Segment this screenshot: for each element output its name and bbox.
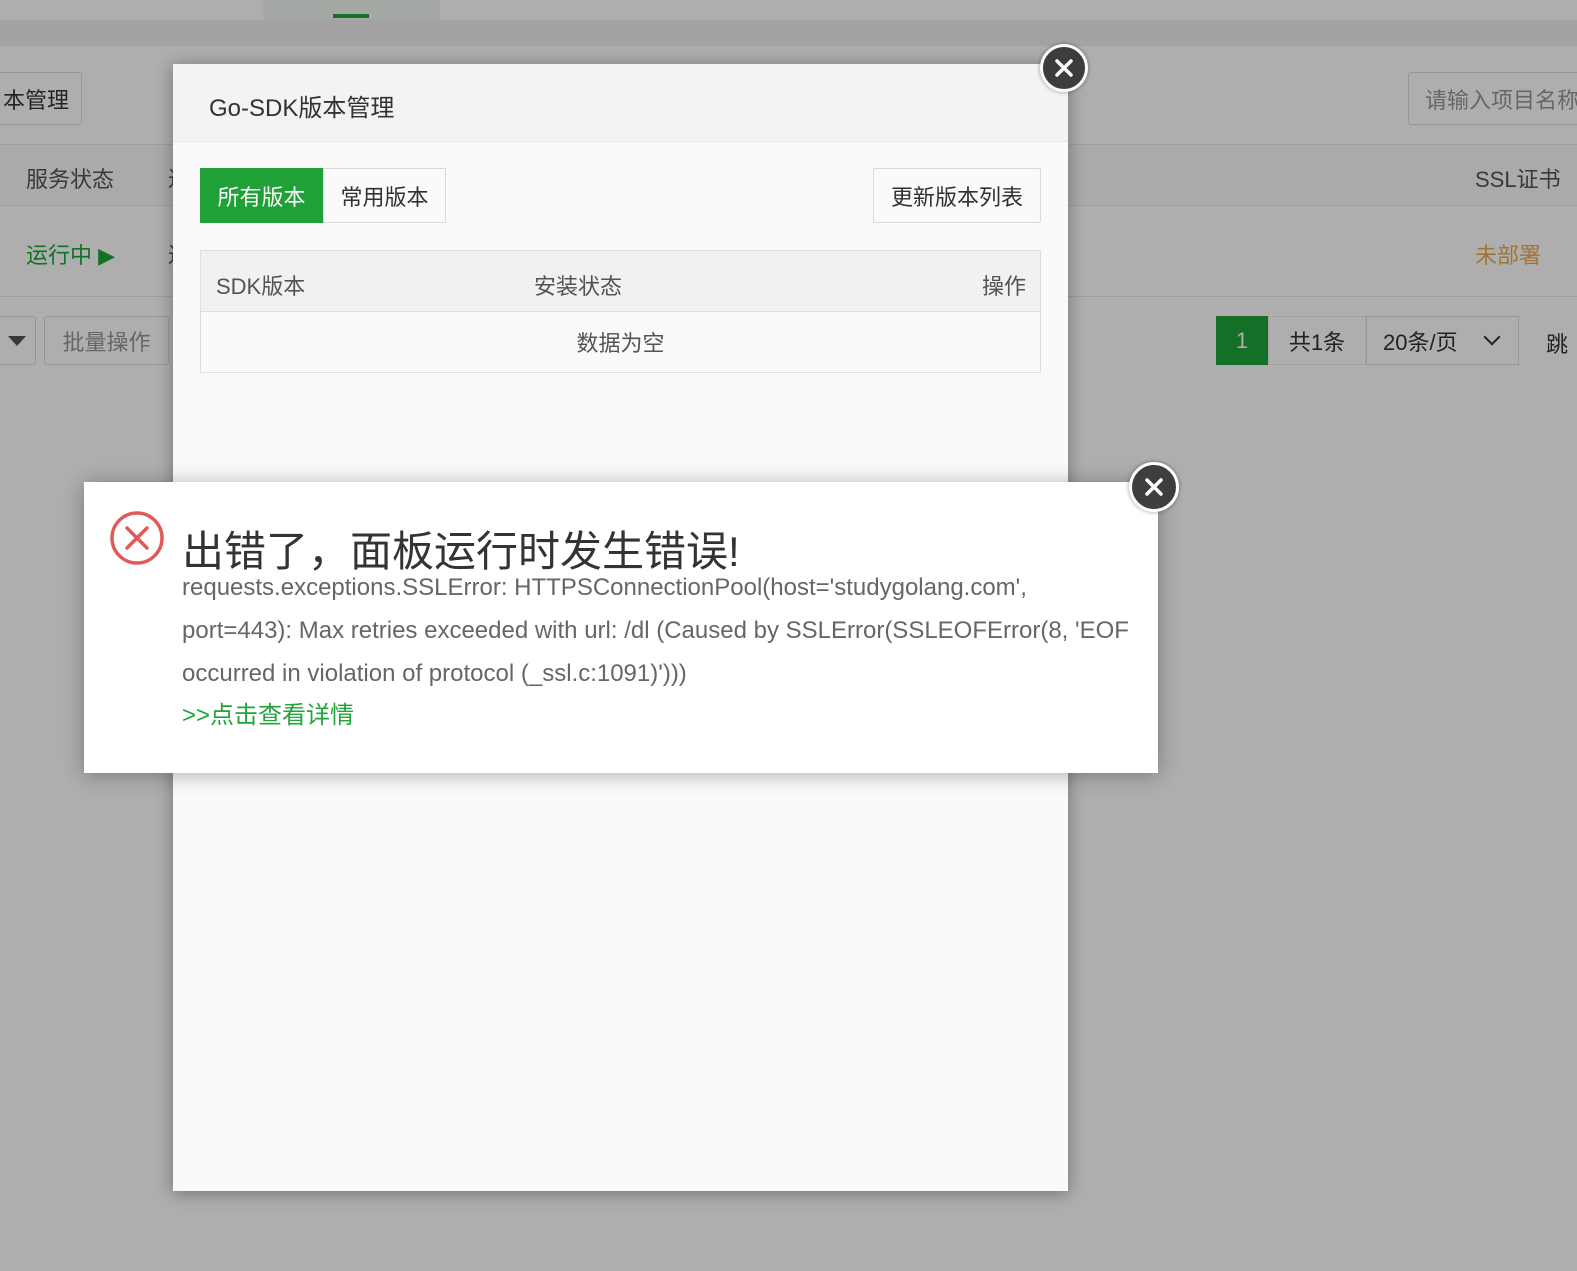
error-dialog: 出错了，面板运行时发生错误! requests.exceptions.SSLEr… bbox=[84, 482, 1158, 773]
error-message: requests.exceptions.SSLError: HTTPSConne… bbox=[182, 574, 1129, 687]
error-dialog-close-button[interactable] bbox=[1129, 462, 1179, 512]
view-details-link[interactable]: >>点击查看详情 bbox=[182, 695, 354, 730]
close-icon bbox=[1145, 478, 1163, 496]
error-circle-x-icon bbox=[110, 511, 164, 565]
